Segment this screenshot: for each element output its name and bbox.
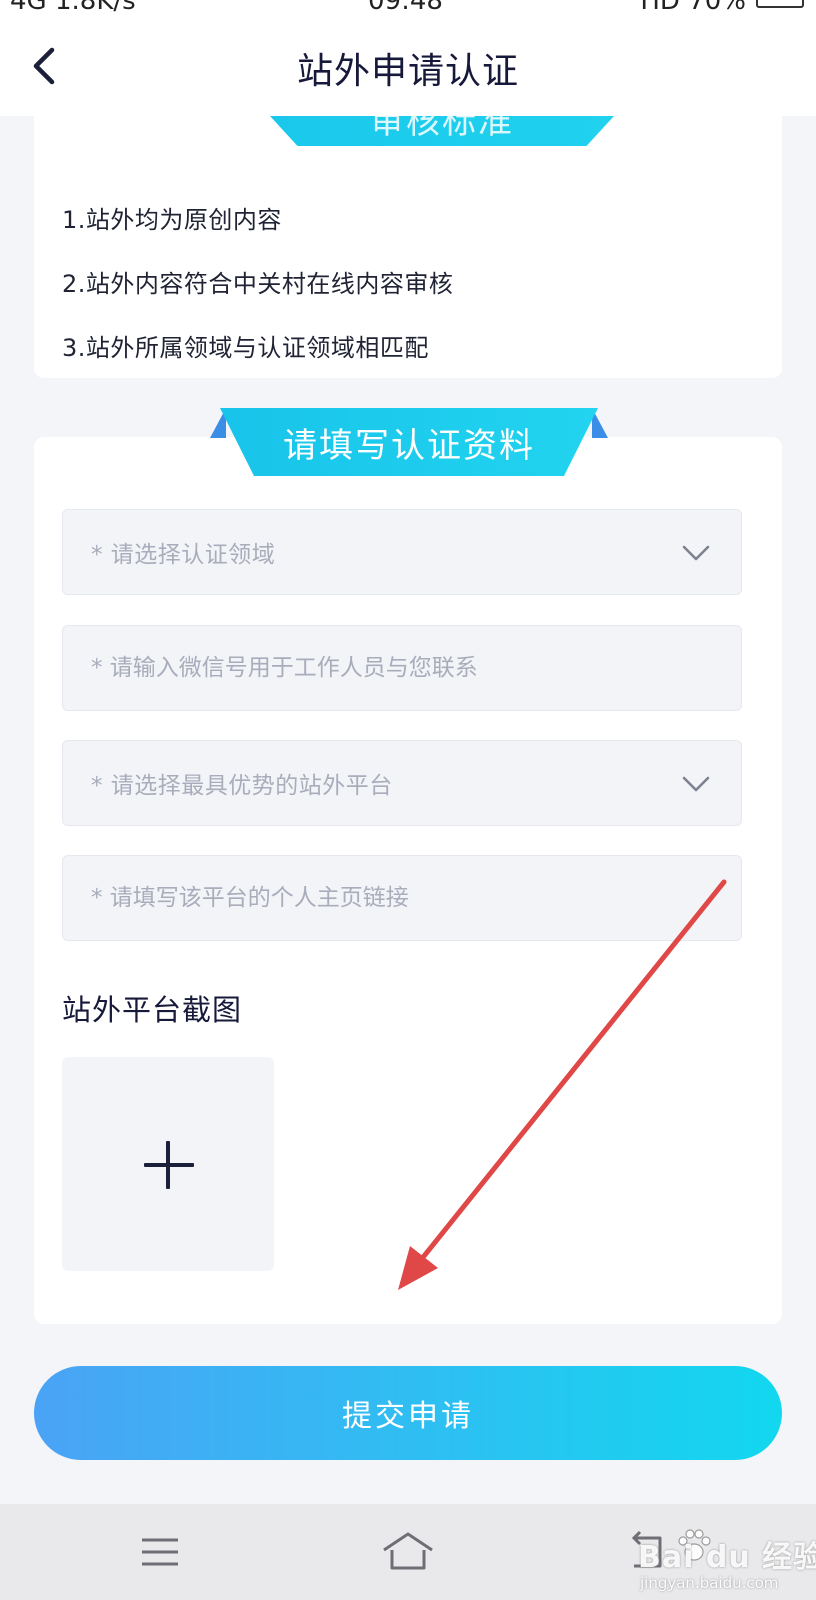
wechat-field[interactable] (62, 625, 742, 711)
form-ribbon-label: 请填写认证资料 (283, 426, 535, 466)
home-icon (383, 1532, 433, 1570)
homepage-link-field[interactable] (62, 855, 742, 941)
submit-button[interactable]: 提交申请 (34, 1366, 782, 1460)
status-time: 09:48 (368, 0, 443, 14)
platform-select[interactable]: * 请选择最具优势的站外平台 (62, 740, 742, 826)
system-nav-bar (0, 1504, 816, 1600)
chevron-down-icon (682, 545, 710, 561)
system-back-button[interactable] (620, 1530, 676, 1574)
form-card: * 请选择认证领域 * 请选择最具优势的站外平台 站外平台截图 (34, 437, 782, 1324)
standards-item: 2.站外内容符合中关村在线内容审核 (62, 270, 454, 298)
chevron-down-icon (682, 776, 710, 792)
status-right: HD 70% (640, 0, 746, 14)
menu-icon (142, 1538, 178, 1566)
form-ribbon: 请填写认证资料 (210, 408, 608, 476)
status-bar: 4G 1.8K/s 09:48 HD 70% (0, 0, 816, 14)
battery-percent: 70% (688, 0, 746, 14)
standards-ribbon: 审核标准 (270, 116, 614, 146)
system-menu-button[interactable] (132, 1530, 188, 1574)
system-home-button[interactable] (380, 1530, 436, 1574)
network-label: 4G (10, 0, 47, 14)
domain-select[interactable]: * 请选择认证领域 (62, 509, 742, 595)
hd-label: HD (640, 0, 680, 14)
status-network: 4G 1.8K/s (10, 0, 136, 14)
platform-select-placeholder: * 请选择最具优势的站外平台 (91, 773, 393, 799)
network-speed: 1.8K/s (55, 0, 136, 14)
page-title: 站外申请认证 (296, 51, 519, 92)
back-icon (631, 1530, 662, 1568)
standards-item: 1.站外均为原创内容 (62, 206, 282, 234)
nav-header: 站外申请认证 (0, 14, 816, 116)
wechat-input[interactable] (63, 626, 741, 710)
standards-card: 审核标准 1.站外均为原创内容 2.站外内容符合中关村在线内容审核 3.站外所属… (34, 116, 782, 378)
battery-icon (756, 0, 804, 8)
plus-icon-bar (144, 1163, 194, 1167)
submit-button-label: 提交申请 (342, 1399, 474, 1434)
domain-select-placeholder: * 请选择认证领域 (91, 542, 276, 568)
screenshot-label: 站外平台截图 (62, 993, 243, 1027)
standards-ribbon-label: 审核标准 (370, 116, 514, 142)
standards-list: 1.站外均为原创内容 2.站外内容符合中关村在线内容审核 3.站外所属领域与认证… (62, 188, 453, 380)
homepage-link-input[interactable] (63, 856, 741, 940)
upload-screenshot-button[interactable] (62, 1057, 274, 1271)
standards-item: 3.站外所属领域与认证领域相匹配 (62, 334, 429, 362)
